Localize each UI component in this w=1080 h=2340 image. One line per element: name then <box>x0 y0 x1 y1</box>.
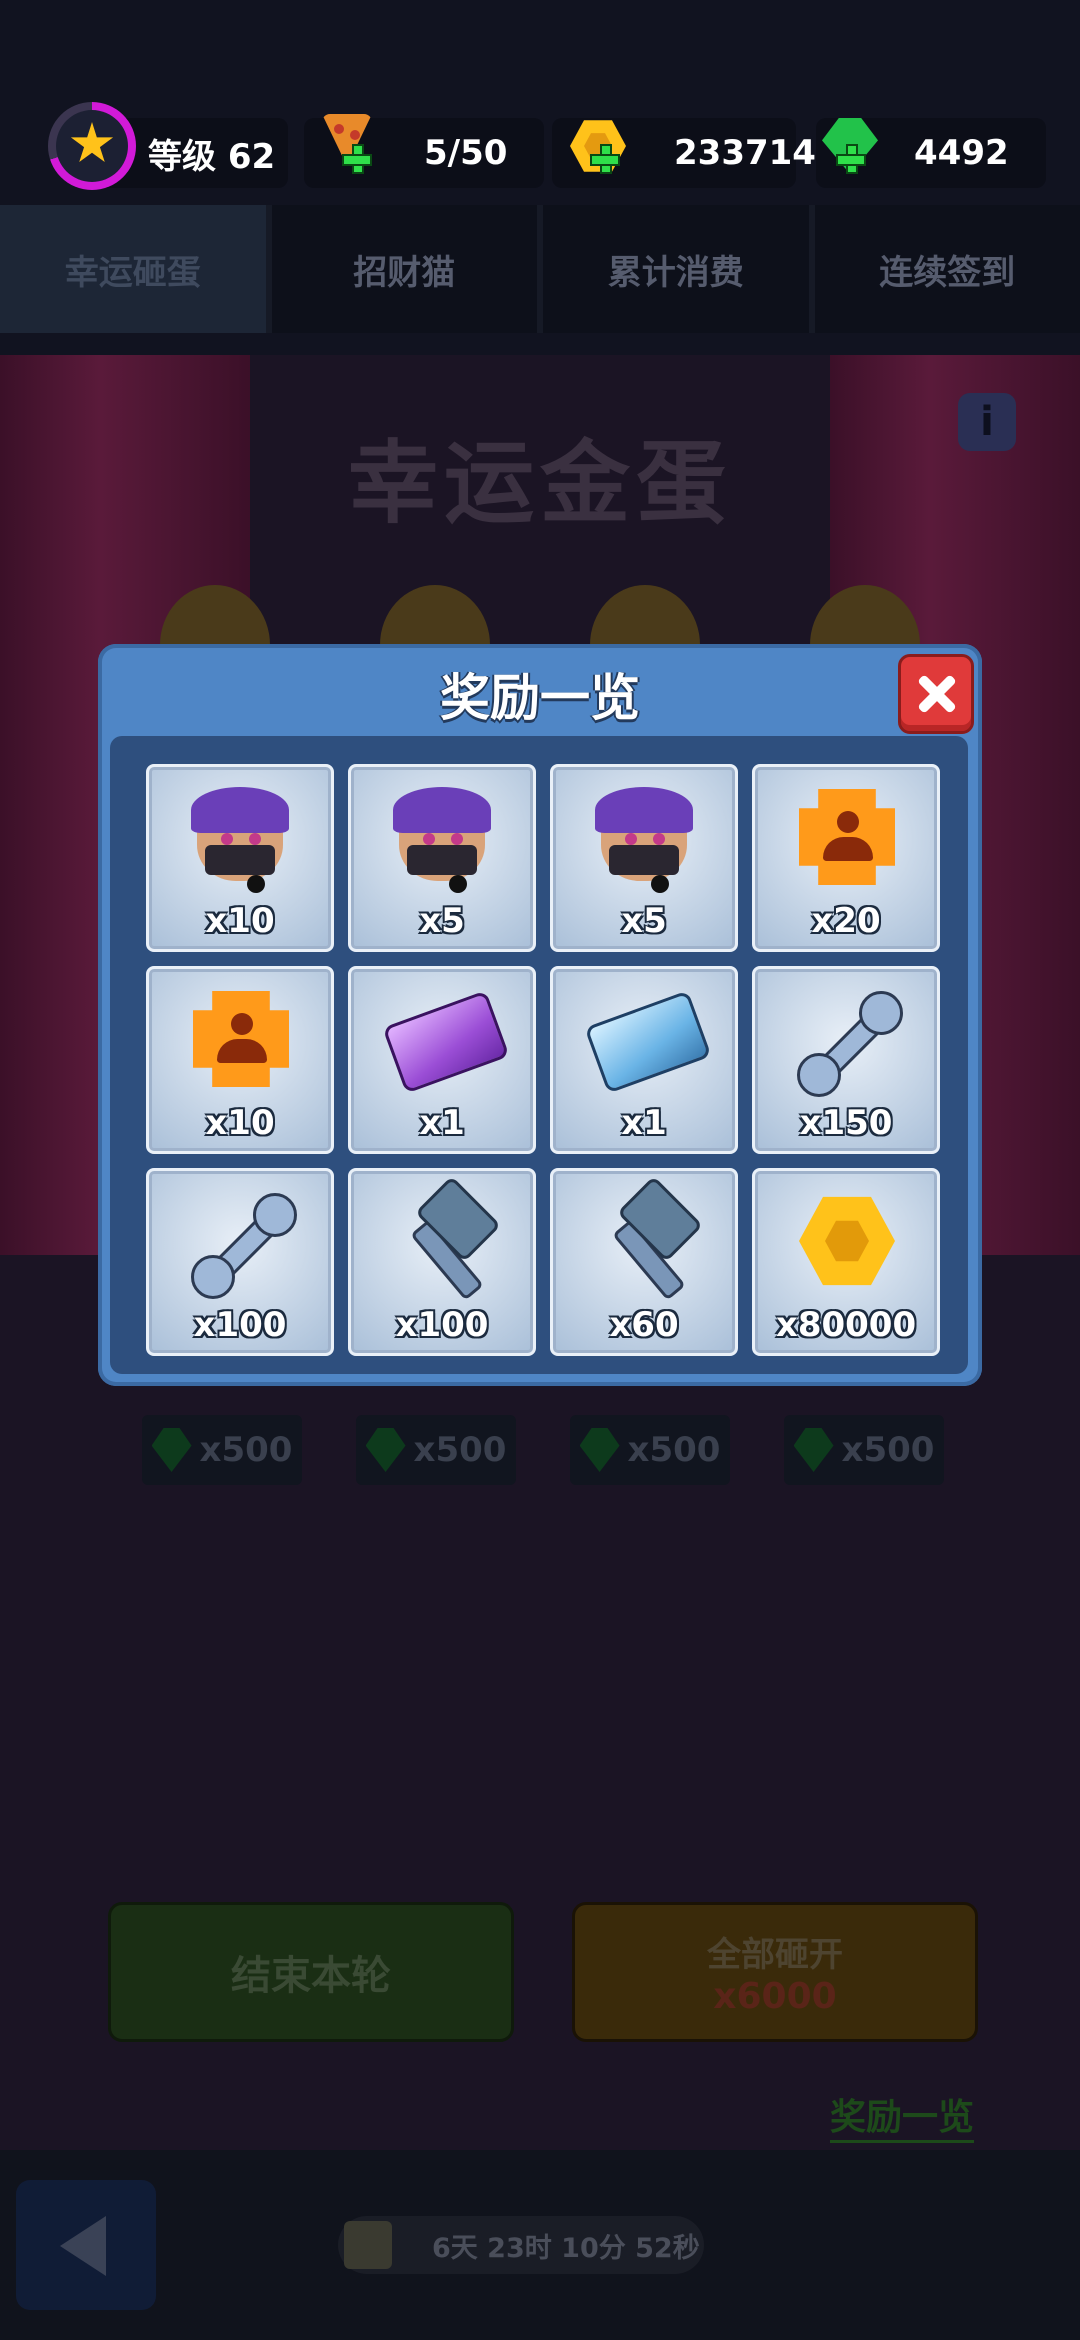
blue-ingot-icon <box>584 985 712 1094</box>
reward-qty: x5 <box>621 901 667 941</box>
hero-badge-icon <box>187 985 293 1091</box>
egg-price-value: x500 <box>413 1430 507 1470</box>
wrench-icon <box>793 985 904 1097</box>
gem-icon <box>151 1428 192 1472</box>
reward-grid: x10 x5 x5 x20 x10 x1 x1 x150 x100 x100 x… <box>110 736 968 1374</box>
stamina-value: 5/50 <box>424 133 508 173</box>
egg-price: x500 <box>570 1415 730 1485</box>
open-all-button[interactable]: 全部砸开 x6000 <box>572 1902 978 2042</box>
reward-qty: x5 <box>419 901 465 941</box>
add-gold-icon[interactable] <box>590 144 620 174</box>
reward-list-modal: 奖励一览 x10 x5 x5 x20 x10 x1 x1 x150 x100 x… <box>98 644 982 1386</box>
calendar-icon <box>344 2221 392 2269</box>
egg-price-value: x500 <box>199 1430 293 1470</box>
reward-cell[interactable]: x10 <box>146 966 334 1154</box>
gem-icon <box>365 1428 406 1472</box>
reward-cell[interactable]: x5 <box>550 764 738 952</box>
open-all-label: 全部砸开 <box>707 1935 843 1975</box>
reward-qty: x60 <box>609 1305 679 1345</box>
reward-cell[interactable]: x1 <box>550 966 738 1154</box>
event-tabs: 幸运砸蛋 招财猫 累计消费 连续签到 <box>0 205 1080 333</box>
gold-value: 233714 <box>674 133 816 173</box>
tab-lucky-egg[interactable]: 幸运砸蛋 <box>0 205 266 333</box>
star-icon <box>70 122 114 163</box>
reward-list-link[interactable]: 奖励一览 <box>830 2088 975 2143</box>
hero-badge-icon <box>793 783 899 889</box>
hammer-icon <box>389 1175 502 1301</box>
egg-price-value: x500 <box>841 1430 935 1470</box>
hammer-icon <box>591 1175 704 1301</box>
reward-cell[interactable]: x10 <box>146 764 334 952</box>
ninja-hero-icon <box>187 783 293 893</box>
open-all-cost: x6000 <box>713 1976 837 2017</box>
back-arrow-icon[interactable] <box>16 2180 156 2310</box>
gem-icon <box>579 1428 620 1472</box>
egg-price-value: x500 <box>627 1430 721 1470</box>
bottom-bar: 6天 23时 10分 52秒 <box>0 2150 1080 2340</box>
tab-cumulative-spend[interactable]: 累计消费 <box>543 205 809 333</box>
tab-lucky-cat[interactable]: 招财猫 <box>271 205 537 333</box>
egg-price: x500 <box>784 1415 944 1485</box>
reward-cell[interactable]: x60 <box>550 1168 738 1356</box>
close-icon[interactable] <box>898 654 974 734</box>
reward-cell[interactable]: x150 <box>752 966 940 1154</box>
ninja-hero-icon <box>591 783 697 893</box>
reward-qty: x1 <box>621 1103 667 1143</box>
ninja-hero-icon <box>389 783 495 893</box>
modal-title: 奖励一览 <box>440 669 640 727</box>
purple-ingot-icon <box>382 985 510 1094</box>
info-button[interactable]: i <box>958 393 1016 451</box>
reward-cell[interactable]: x100 <box>146 1168 334 1356</box>
reward-qty: x10 <box>205 1103 275 1143</box>
reward-qty: x20 <box>811 901 881 941</box>
reward-qty: x10 <box>205 901 275 941</box>
level-label: 等级 62 <box>148 136 276 177</box>
event-countdown: 6天 23时 10分 52秒 <box>338 2216 704 2274</box>
add-stamina-icon[interactable] <box>342 144 372 174</box>
gem-icon <box>793 1428 834 1472</box>
scene-title: 幸运金蛋 <box>348 431 732 536</box>
gold-coin-icon <box>793 1187 899 1293</box>
egg-price: x500 <box>142 1415 302 1485</box>
reward-cell[interactable]: x20 <box>752 764 940 952</box>
reward-cell[interactable]: x5 <box>348 764 536 952</box>
wrench-icon <box>187 1187 298 1299</box>
egg-price: x500 <box>356 1415 516 1485</box>
reward-qty: x100 <box>193 1305 287 1345</box>
tab-daily-checkin[interactable]: 连续签到 <box>814 205 1080 333</box>
status-bar: 等级 62 5/50 233714 4492 <box>0 80 1080 220</box>
reward-qty: x1 <box>419 1103 465 1143</box>
countdown-text: 6天 23时 10分 52秒 <box>432 2232 700 2264</box>
add-gem-icon[interactable] <box>836 144 866 174</box>
reward-cell[interactable]: x1 <box>348 966 536 1154</box>
level-badge[interactable] <box>48 102 136 190</box>
reward-qty: x80000 <box>775 1305 917 1345</box>
reward-cell[interactable]: x100 <box>348 1168 536 1356</box>
gem-value: 4492 <box>914 133 1009 173</box>
reward-qty: x150 <box>799 1103 893 1143</box>
reward-cell[interactable]: x80000 <box>752 1168 940 1356</box>
end-round-button[interactable]: 结束本轮 <box>108 1902 514 2042</box>
reward-qty: x100 <box>395 1305 489 1345</box>
